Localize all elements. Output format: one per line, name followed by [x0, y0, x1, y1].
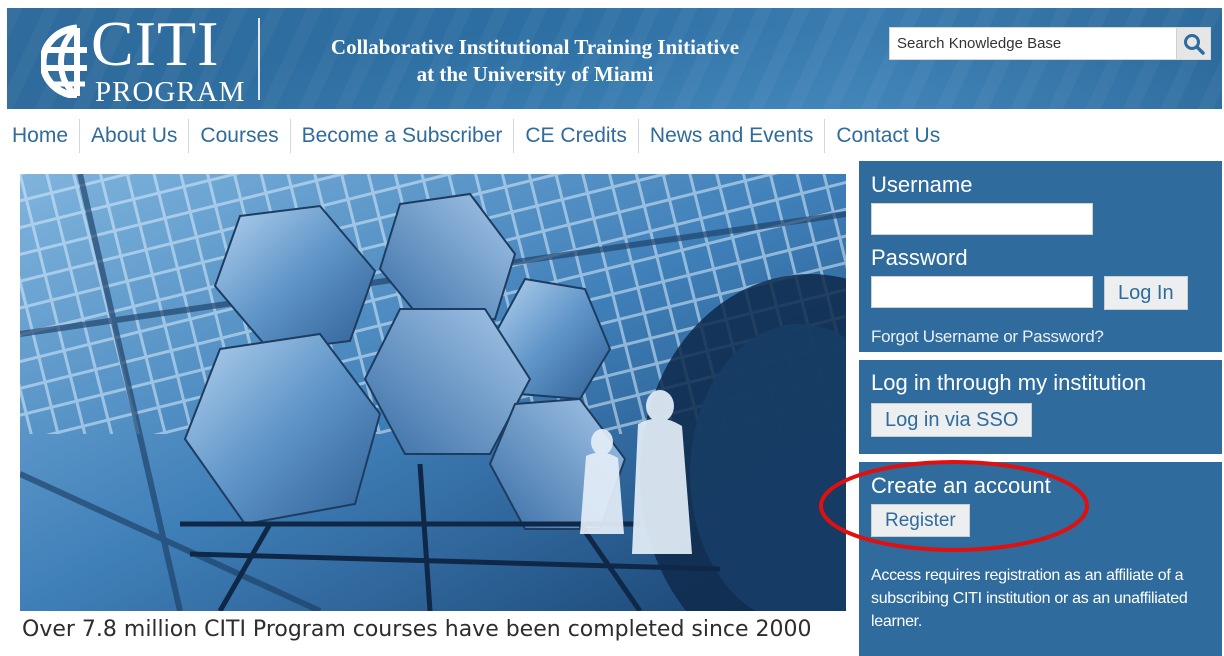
search-button[interactable]	[1176, 28, 1210, 59]
register-panel: Create an account Register Access requir…	[859, 462, 1222, 656]
forgot-credentials-link[interactable]: Forgot Username or Password?	[871, 327, 1104, 347]
sso-login-button[interactable]: Log in via SSO	[871, 403, 1033, 437]
nav-ce-credits[interactable]: CE Credits	[514, 119, 639, 153]
nav-contact-us[interactable]: Contact Us	[825, 119, 951, 153]
registration-note: Access requires registration as an affil…	[871, 567, 1188, 630]
globe-icon	[41, 24, 87, 98]
hero-caption: Over 7.8 million CITI Program courses ha…	[22, 617, 812, 642]
sso-heading: Log in through my institution	[871, 370, 1147, 395]
search-icon	[1183, 33, 1205, 55]
create-account-heading: Create an account	[871, 473, 1051, 498]
login-panel: Username Password Log In Forgot Username…	[859, 161, 1222, 352]
nav-news-and-events[interactable]: News and Events	[639, 119, 826, 153]
nav-become-a-subscriber[interactable]: Become a Subscriber	[291, 119, 515, 153]
site-header: CITI PROGRAM Collaborative Institutional…	[7, 8, 1222, 109]
nav-about-us[interactable]: About Us	[80, 119, 190, 153]
main-nav: Home About Us Courses Become a Subscribe…	[7, 117, 951, 155]
password-input[interactable]	[871, 276, 1093, 308]
tagline-line-1: Collaborative Institutional Training Ini…	[330, 35, 740, 59]
nav-courses[interactable]: Courses	[189, 119, 291, 153]
header-divider	[258, 18, 260, 100]
search-input[interactable]	[890, 28, 1176, 59]
site-tagline: Collaborative Institutional Training Ini…	[275, 34, 795, 88]
register-button[interactable]: Register	[871, 504, 970, 537]
hero-image	[20, 174, 846, 611]
search-box	[889, 27, 1211, 60]
password-label: Password	[871, 245, 968, 270]
telescope-mirror-photo	[20, 174, 846, 611]
logo-subtitle: PROGRAM	[95, 76, 246, 108]
username-input[interactable]	[871, 203, 1093, 235]
username-label: Username	[871, 172, 973, 197]
tagline-line-2: at the University of Miami	[416, 62, 654, 86]
log-in-button[interactable]: Log In	[1104, 276, 1188, 310]
sso-panel: Log in through my institution Log in via…	[859, 360, 1222, 454]
logo-title: CITI	[91, 8, 220, 79]
citi-logo[interactable]: CITI PROGRAM	[41, 12, 251, 108]
nav-home[interactable]: Home	[7, 119, 81, 153]
